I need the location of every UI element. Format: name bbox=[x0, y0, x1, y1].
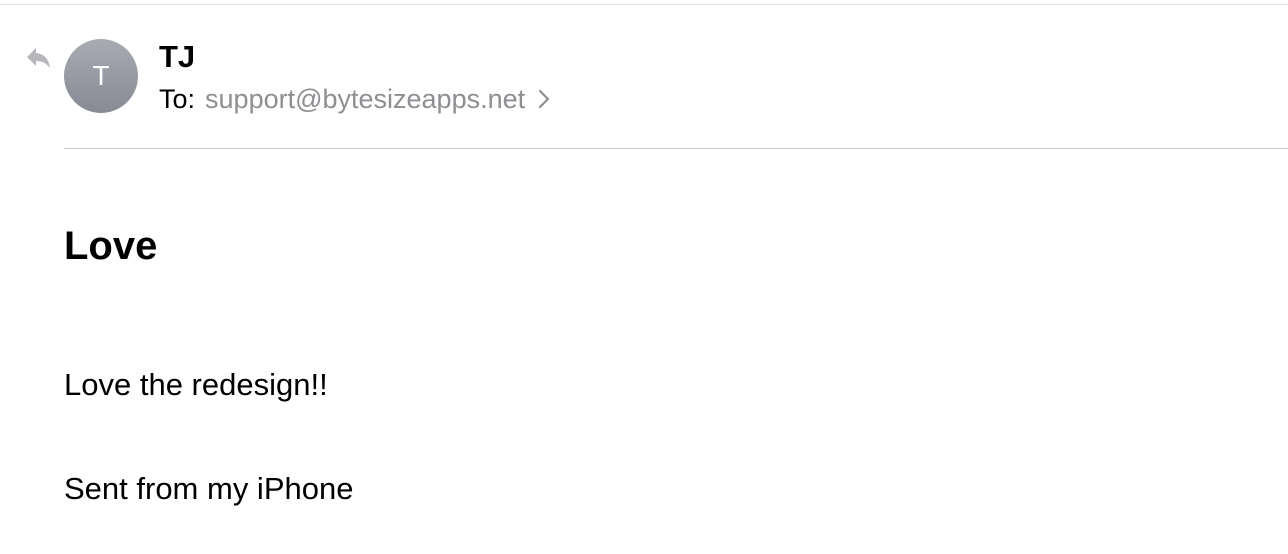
to-label: To: bbox=[159, 84, 196, 114]
chevron-right-icon[interactable] bbox=[537, 88, 551, 110]
recipient-address[interactable]: support@bytesizeapps.net bbox=[205, 82, 525, 116]
sender-name[interactable]: TJ bbox=[159, 38, 195, 76]
recipient-line[interactable]: To: support@bytesizeapps.net bbox=[159, 82, 551, 116]
email-subject: Love bbox=[64, 224, 158, 268]
email-body-text: Love the redesign!! bbox=[64, 367, 328, 402]
email-signature: Sent from my iPhone bbox=[64, 471, 354, 506]
reply-arrow-icon bbox=[24, 44, 54, 72]
avatar-initial: T bbox=[92, 60, 110, 91]
header-divider bbox=[64, 148, 1288, 149]
avatar[interactable]: T bbox=[64, 39, 138, 113]
top-divider bbox=[0, 4, 1288, 5]
